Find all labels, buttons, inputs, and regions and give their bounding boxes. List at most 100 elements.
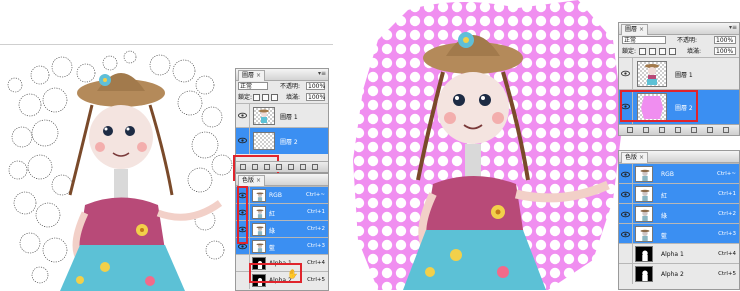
channel-name: 藍	[661, 232, 668, 240]
channel-row-2[interactable]: 紅 Ctrl+1	[619, 183, 739, 204]
fill-field[interactable]: 100%	[306, 93, 325, 101]
channel-name: 紅	[269, 211, 276, 218]
channel-row-3[interactable]: 綠 Ctrl+2	[619, 203, 739, 224]
trash-icon[interactable]	[312, 164, 318, 170]
lock-position-icon[interactable]	[659, 48, 666, 55]
eye-cell[interactable]	[236, 104, 250, 128]
channel-shortcut: Ctrl+1	[718, 190, 736, 197]
eye-icon[interactable]	[238, 111, 247, 120]
eye-icon[interactable]	[621, 230, 630, 239]
trash-icon[interactable]	[723, 127, 729, 133]
layer-row[interactable]: 圖層 1	[236, 103, 328, 128]
folder-icon[interactable]	[288, 164, 294, 170]
chain-link-icon[interactable]	[627, 127, 633, 133]
cursor-hand-icon: ✋	[287, 270, 299, 280]
eye-cell[interactable]	[619, 224, 633, 244]
channel-thumbnail	[252, 240, 266, 253]
layers-tabbar: 圖層 × ▾≡	[619, 23, 739, 35]
channel-shortcut: Ctrl+2	[718, 210, 736, 217]
channel-name: 綠	[661, 212, 668, 220]
eye-cell[interactable]	[619, 164, 633, 184]
lock-icon[interactable]	[669, 48, 676, 55]
blend-row: 正常 不透明: 100%	[236, 81, 328, 92]
tab-layers-label: 圖層	[242, 72, 255, 79]
channel-row-5[interactable]: Alpha 1 Ctrl+4	[619, 243, 739, 264]
tab-channels[interactable]: 色版 ×	[621, 152, 649, 163]
eye-cell[interactable]	[619, 184, 633, 204]
channel-shortcut: Ctrl+5	[718, 270, 736, 277]
layer-row-selected[interactable]: 圖層 2	[236, 127, 328, 154]
fill-label: 填滿:	[687, 48, 702, 55]
channel-row-2[interactable]: 紅 Ctrl+1	[236, 203, 328, 221]
eye-icon[interactable]	[621, 190, 630, 199]
layer-row[interactable]: 圖層 1	[619, 57, 739, 90]
adjustment-icon[interactable]	[675, 127, 681, 133]
folder-icon[interactable]	[691, 127, 697, 133]
layer-name: 圖層 1	[280, 114, 298, 121]
close-icon[interactable]: ×	[256, 71, 261, 81]
mask-icon[interactable]	[659, 127, 665, 133]
eye-icon[interactable]	[238, 136, 247, 145]
tab-layers[interactable]: 圖層 ×	[621, 24, 649, 35]
channel-thumbnail	[635, 166, 653, 182]
lock-paint-icon[interactable]	[262, 94, 269, 101]
panel-menu-icon[interactable]: ▾≡	[318, 70, 326, 77]
tab-layers[interactable]: 圖層 ×	[238, 70, 266, 81]
channel-shortcut: Ctrl+~	[716, 170, 736, 177]
channel-shortcut: Ctrl+4	[718, 250, 736, 257]
channel-thumbnail	[635, 186, 653, 202]
channel-row-1[interactable]: RGB Ctrl+~	[236, 186, 328, 204]
lock-paint-icon[interactable]	[649, 48, 656, 55]
fx-icon[interactable]	[252, 164, 258, 170]
eye-icon[interactable]	[621, 69, 630, 78]
panel-menu-icon[interactable]: ▾≡	[729, 24, 737, 31]
blend-row: 正常 不透明: 100%	[619, 35, 739, 46]
tab-channels-label: 色版	[625, 154, 638, 161]
channels-panel-right: 色版 × RGB Ctrl+~ 紅 Ctrl+1 綠 Ctrl+2 藍 Ctrl+3 Alpha …	[618, 150, 740, 290]
eye-icon[interactable]	[621, 210, 630, 219]
channel-thumbnail	[635, 246, 653, 262]
layer-name: 圖層 1	[675, 72, 693, 79]
lock-transparent-icon[interactable]	[253, 94, 260, 101]
channel-row-4[interactable]: 藍 Ctrl+3	[236, 237, 328, 255]
adjustment-icon[interactable]	[276, 164, 282, 170]
tab-layers-label: 圖層	[625, 26, 638, 33]
lock-transparent-icon[interactable]	[639, 48, 646, 55]
channel-name: 綠	[269, 228, 276, 235]
fill-label: 填滿:	[286, 94, 301, 101]
channel-row-1[interactable]: RGB Ctrl+~	[619, 163, 739, 184]
new-layer-icon[interactable]	[300, 164, 306, 170]
chain-link-icon[interactable]	[240, 164, 246, 170]
channel-name: RGB	[269, 192, 282, 199]
new-layer-icon[interactable]	[707, 127, 713, 133]
eye-cell[interactable]	[619, 244, 633, 264]
fx-icon[interactable]	[643, 127, 649, 133]
close-icon[interactable]: ×	[639, 25, 644, 35]
mask-icon[interactable]	[264, 164, 270, 170]
left-screenshot: 圖層 × ▾≡ 正常 不透明: 100% 鎖定: 填滿: 100% 圖層 1 圖層	[0, 44, 333, 291]
lock-icon[interactable]	[271, 94, 278, 101]
blend-mode-select[interactable]: 正常	[238, 82, 268, 90]
eye-icon[interactable]	[621, 170, 630, 179]
tab-channels[interactable]: 色版 ×	[238, 175, 266, 186]
channel-thumbnail	[635, 226, 653, 242]
channel-thumbnail	[635, 266, 653, 282]
channel-row-4[interactable]: 藍 Ctrl+3	[619, 223, 739, 244]
opacity-field[interactable]: 100%	[306, 82, 325, 90]
close-icon[interactable]: ×	[256, 176, 261, 186]
channel-thumbnail	[252, 206, 266, 219]
eye-cell[interactable]	[619, 264, 633, 284]
blend-mode-select[interactable]: 正常	[622, 36, 666, 44]
close-icon[interactable]: ×	[639, 153, 644, 163]
eye-cell[interactable]	[619, 204, 633, 224]
eye-cell[interactable]	[236, 255, 250, 272]
channel-shortcut: Ctrl+2	[307, 226, 325, 232]
eye-cell[interactable]	[619, 58, 633, 90]
opacity-field[interactable]: 100%	[714, 36, 736, 44]
channel-name: 藍	[269, 245, 276, 252]
channel-row-3[interactable]: 綠 Ctrl+2	[236, 220, 328, 238]
channel-row-6[interactable]: Alpha 2 Ctrl+5	[619, 263, 739, 284]
fill-field[interactable]: 100%	[714, 47, 736, 55]
eye-cell[interactable]	[236, 128, 250, 154]
eye-cell[interactable]	[236, 272, 250, 289]
